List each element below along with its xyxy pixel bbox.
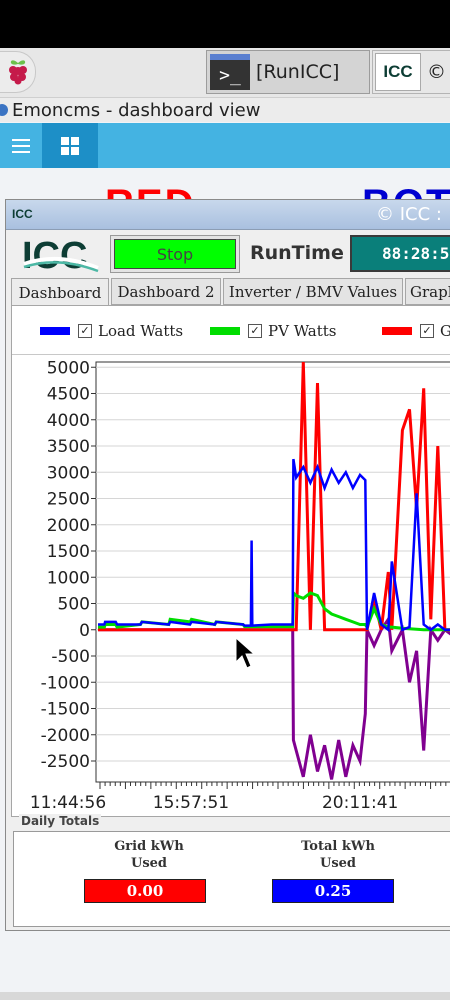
top-black-strip xyxy=(0,0,450,48)
icc-task-button[interactable]: ICC © xyxy=(372,50,450,94)
y-tick-label: -1500 xyxy=(41,700,90,720)
bottom-edge xyxy=(0,992,450,1000)
stop-button-label: Stop xyxy=(114,239,236,269)
y-tick-label: 5000 xyxy=(47,358,90,378)
y-tick-label: 500 xyxy=(58,595,90,615)
icc-logo-text: ICC xyxy=(22,235,87,276)
x-tick-label: 15:57:51 xyxy=(153,793,229,813)
y-tick-label: 0 xyxy=(79,621,90,641)
screen: >_ [RunICC] ICC © Emoncms - dashboard vi… xyxy=(0,0,450,1000)
globe-icon xyxy=(0,104,8,116)
x-tick-label: 11:44:56 xyxy=(30,793,106,813)
total-kwh-label: Total kWh Used xyxy=(282,838,394,872)
y-tick-label: 1000 xyxy=(47,568,90,588)
total-kwh-label-line2: Used xyxy=(319,856,357,871)
emoncms-menu-bar xyxy=(0,123,450,168)
tab-dashboard[interactable]: Dashboard xyxy=(11,278,109,306)
browser-title-bar: Emoncms - dashboard view xyxy=(0,98,450,122)
daily-totals-group: Grid kWh Used 0.00 Total kWh Used 0.25 D… xyxy=(11,814,450,932)
y-tick-label: 2000 xyxy=(47,516,90,536)
icc-title-icon: ICC xyxy=(12,207,33,221)
dashboard-view-button[interactable] xyxy=(42,123,98,168)
raspberry-menu-button[interactable] xyxy=(0,51,36,93)
total-kwh-value: 0.25 xyxy=(272,879,394,903)
icc-window-title: © ICC : xyxy=(376,204,442,225)
terminal-icon: >_ xyxy=(210,54,250,90)
icc-logo: ICC xyxy=(18,234,102,277)
taskbar: >_ [RunICC] ICC © xyxy=(0,48,450,98)
dashboard-grid-icon xyxy=(61,136,79,155)
grid-kwh-label-line2: Used xyxy=(130,856,168,871)
icc-window-titlebar[interactable]: ICC © ICC : xyxy=(6,200,450,230)
y-tick-label: 2500 xyxy=(47,490,90,510)
terminal-task-label: [RunICC] xyxy=(256,61,340,83)
tab-inverter-bmv[interactable]: Inverter / BMV Values xyxy=(223,278,403,305)
dashboard-panel: ✓ Load Watts ✓ PV Watts ✓ G 5000 4500 4000… xyxy=(11,305,450,817)
plot-area xyxy=(95,361,450,783)
y-tick-label: -2500 xyxy=(41,752,90,772)
total-kwh-label-line1: Total kWh xyxy=(301,839,375,854)
tab-graph[interactable]: Graph xyxy=(405,278,450,305)
browser-title: Emoncms - dashboard view xyxy=(12,99,261,121)
terminal-glyph: >_ xyxy=(219,64,241,86)
terminal-task-button[interactable]: >_ [RunICC] xyxy=(206,50,370,94)
power-chart: 5000450040003500300025002000150010005000… xyxy=(30,358,450,813)
runtime-value: 88:28:54 xyxy=(350,235,450,272)
stop-button[interactable]: Stop xyxy=(110,235,240,273)
grid-kwh-value: 0.00 xyxy=(84,879,206,903)
raspberry-icon xyxy=(8,60,27,85)
daily-totals-legend: Daily Totals xyxy=(19,814,102,828)
y-tick-label: 3000 xyxy=(47,463,90,483)
runtime-label: RunTime xyxy=(250,242,344,264)
y-tick-label: 1500 xyxy=(47,542,90,562)
grid-kwh-label-line1: Grid kWh xyxy=(114,839,184,854)
icc-window: ICC © ICC : ICC Stop RunTime 88:28:54 Da… xyxy=(5,199,450,931)
y-tick-label: -500 xyxy=(51,647,90,667)
y-tick-label: -2000 xyxy=(41,726,90,746)
icc-task-label: © xyxy=(427,61,446,83)
y-tick-label: 4500 xyxy=(47,385,90,405)
daily-totals-box: Grid kWh Used 0.00 Total kWh Used 0.25 xyxy=(13,831,450,927)
tab-bar: Dashboard Dashboard 2 Inverter / BMV Val… xyxy=(11,278,450,306)
y-tick-label: -1000 xyxy=(41,673,90,693)
x-tick-label: 20:11:41 xyxy=(322,793,398,813)
hamburger-menu-icon[interactable] xyxy=(0,123,42,168)
y-tick-label: 4000 xyxy=(47,411,90,431)
tab-dashboard-2[interactable]: Dashboard 2 xyxy=(111,278,221,305)
y-tick-label: 3500 xyxy=(47,437,90,457)
grid-kwh-label: Grid kWh Used xyxy=(94,838,204,872)
icc-logo-icon: ICC xyxy=(375,53,421,91)
